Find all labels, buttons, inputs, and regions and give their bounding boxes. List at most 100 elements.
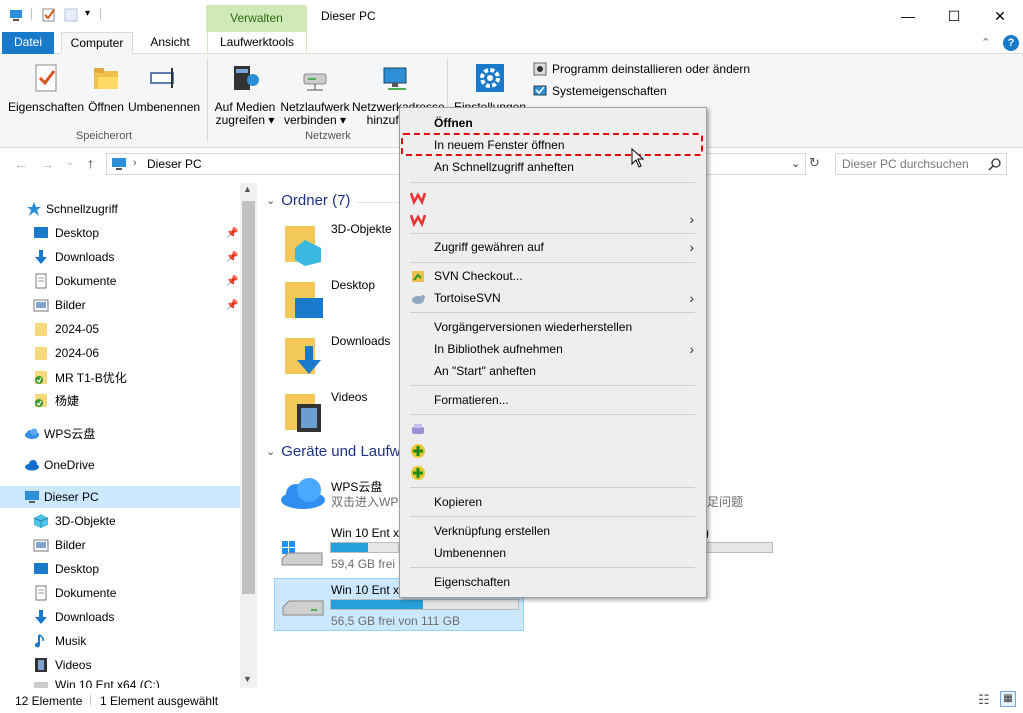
folder-label: Desktop	[331, 278, 376, 292]
sidebar-onedrive[interactable]: OneDrive	[24, 454, 95, 476]
sidebar-pc-musik[interactable]: Musik	[33, 630, 86, 652]
pin-icon[interactable]: 📌	[226, 300, 238, 311]
menu-item-eigenschaften[interactable]: Eigenschaften	[400, 571, 706, 593]
maximize-button[interactable]: ☐	[931, 0, 977, 32]
sidebar-pc-dokumente[interactable]: Dokumente	[33, 582, 116, 604]
drive-c-usage-bar-tail	[707, 542, 773, 553]
folder-downloads[interactable]: Downloads	[283, 334, 390, 378]
scroll-up-icon[interactable]: ▲	[243, 184, 252, 194]
menu-item-wps-2[interactable]: ›	[400, 208, 706, 230]
section-geraete[interactable]: ⌄ Geräte und Laufwe	[266, 443, 409, 460]
sidebar-dieser-pc[interactable]: Dieser PC	[24, 486, 99, 508]
sidebar-item-downloads[interactable]: Downloads	[33, 246, 114, 268]
menu-item-vorgaenger[interactable]: Vorgängerversionen wiederherstellen	[400, 316, 706, 338]
sidebar-pc-bilder[interactable]: Bilder	[33, 534, 86, 556]
minimize-button[interactable]: —	[885, 0, 931, 32]
sidebar-item-mr-t1b[interactable]: MR T1-B优化	[33, 366, 127, 388]
sidebar-scroll-thumb[interactable]	[242, 201, 255, 594]
qat-dropdown-icon[interactable]: ▾	[85, 8, 90, 19]
sidebar-item-bilder[interactable]: Bilder	[33, 294, 86, 316]
up-arrow-icon[interactable]: ↑	[87, 155, 94, 171]
auf-medien-button[interactable]: Auf Medien zugreifen ▾	[212, 62, 278, 127]
menu-separator	[410, 487, 695, 488]
svn-folder-icon	[35, 394, 47, 407]
status-selection: 1 Element ausgewählt	[100, 694, 219, 708]
menu-item-wps-1[interactable]	[400, 186, 706, 208]
recent-dropdown-icon[interactable]: ⌄	[66, 157, 74, 168]
tab-datei[interactable]: Datei	[2, 32, 54, 54]
systemeigenschaften-button[interactable]: Systemeigenschaften	[533, 84, 667, 98]
sidebar-item-desktop[interactable]: Desktop	[33, 222, 99, 244]
forward-arrow-icon[interactable]: →	[40, 156, 54, 172]
eigenschaften-button[interactable]: Eigenschaften	[8, 62, 84, 114]
sidebar-item-dokumente[interactable]: Dokumente	[33, 270, 116, 292]
menu-item-verknuepfung[interactable]: Verknüpfung erstellen	[400, 520, 706, 542]
folder-desktop[interactable]: Desktop	[283, 278, 375, 322]
menu-item-start[interactable]: An "Start" anheften	[400, 360, 706, 382]
menu-item-svn-checkout[interactable]: SVN Checkout...	[400, 265, 706, 287]
folder-label: Videos	[331, 390, 368, 404]
back-arrow-icon[interactable]: ←	[14, 156, 28, 172]
menu-separator	[410, 312, 695, 313]
pin-icon[interactable]: 📌	[226, 276, 238, 287]
computer-icon[interactable]	[9, 8, 23, 22]
umbenennen-button[interactable]: Umbenennen	[128, 62, 200, 114]
menu-item-bibliothek[interactable]: In Bibliothek aufnehmen ›	[400, 338, 706, 360]
mouse-cursor-icon	[631, 148, 645, 168]
sidebar-schnellzugriff[interactable]: Schnellzugriff	[26, 198, 118, 220]
tab-ansicht[interactable]: Ansicht	[142, 32, 198, 54]
refresh-icon[interactable]: ↻	[809, 155, 820, 171]
scroll-down-icon[interactable]: ▼	[243, 674, 252, 684]
sidebar-label: Musik	[55, 634, 87, 648]
menu-item-tortoisesvn[interactable]: TortoiseSVN ›	[400, 287, 706, 309]
sidebar-item-2024-06[interactable]: 2024-06	[33, 342, 99, 364]
menu-item-oeffnen[interactable]: Öffnen	[400, 112, 706, 134]
sidebar-item-2024-05[interactable]: 2024-05	[33, 318, 99, 340]
details-view-icon[interactable]: ☷	[978, 692, 990, 708]
sidebar-pc-videos[interactable]: Videos	[33, 654, 91, 676]
menu-item-extension-2[interactable]	[400, 440, 706, 462]
folder-videos[interactable]: Videos	[283, 390, 367, 434]
context-tab-verwalten[interactable]: Verwalten	[206, 5, 307, 32]
menu-item-kopieren[interactable]: Kopieren	[400, 491, 706, 513]
search-icon[interactable]	[988, 158, 1001, 171]
sidebar-label: Desktop	[55, 562, 100, 576]
pin-icon[interactable]: 📌	[226, 252, 238, 263]
sidebar-pc-downloads[interactable]: Downloads	[33, 606, 114, 628]
new-folder-icon[interactable]	[64, 8, 78, 22]
folder-icon	[35, 347, 47, 360]
section-ordner[interactable]: ⌄ Ordner (7)	[266, 192, 350, 209]
star-icon	[27, 202, 41, 216]
sidebar-pc-drive-c[interactable]: Win 10 Ent x64 (C:)	[33, 678, 160, 688]
netzlaufwerk-button[interactable]: Netzlaufwerk verbinden ▾	[279, 62, 351, 127]
pin-icon[interactable]: 📌	[226, 228, 238, 239]
search-input[interactable]: Dieser PC durchsuchen	[835, 153, 1007, 175]
menu-item-extension-3[interactable]	[400, 462, 706, 484]
device-drive-c[interactable]: Win 10 Ent x6 59,4 GB frei v	[280, 525, 406, 573]
programm-deinstallieren-button[interactable]: Programm deinstallieren oder ändern	[533, 62, 750, 76]
device-wps[interactable]: WPS云盘 双击进入WP	[280, 474, 399, 514]
submenu-arrow-icon: ›	[689, 341, 694, 357]
sidebar-pc-3d-objekte[interactable]: 3D-Objekte	[33, 510, 116, 532]
sidebar-wps[interactable]: WPS云盘	[24, 422, 95, 444]
sidebar-label: Dieser PC	[44, 490, 99, 504]
tiles-view-icon[interactable]: ▦	[1000, 691, 1016, 707]
menu-item-umbenennen[interactable]: Umbenennen	[400, 542, 706, 564]
sidebar-item-yangjie[interactable]: 杨婕	[33, 389, 79, 411]
breadcrumb-dieser-pc[interactable]: Dieser PC	[147, 157, 202, 171]
ribbon-collapse-icon[interactable]: ⌃	[981, 36, 990, 49]
oeffnen-button[interactable]: Öffnen	[86, 62, 126, 114]
menu-item-zugriff[interactable]: Zugriff gewähren auf ›	[400, 236, 706, 258]
menu-item-schnellzugriff[interactable]: An Schnellzugriff anheften	[400, 156, 706, 178]
tab-computer[interactable]: Computer	[61, 32, 133, 55]
folder-3d-objekte[interactable]: 3D-Objekte	[283, 222, 392, 266]
svn-folder-icon	[35, 371, 47, 384]
properties-check-icon[interactable]	[42, 8, 56, 22]
menu-item-formatieren[interactable]: Formatieren...	[400, 389, 706, 411]
close-button[interactable]: ✕	[977, 0, 1023, 32]
help-icon[interactable]: ?	[1003, 35, 1019, 51]
address-dropdown-icon[interactable]: ⌄	[791, 157, 800, 170]
tab-laufwerktools[interactable]: Laufwerktools	[207, 32, 307, 54]
sidebar-pc-desktop[interactable]: Desktop	[33, 558, 99, 580]
menu-item-extension-1[interactable]	[400, 418, 706, 440]
